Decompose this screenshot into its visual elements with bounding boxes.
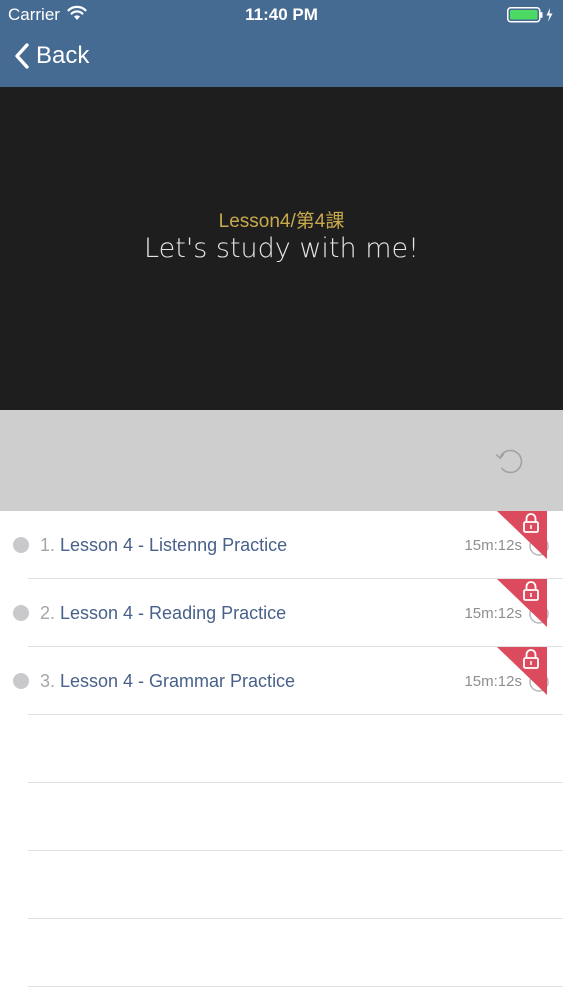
back-button[interactable]: Back — [14, 42, 89, 70]
lesson-row[interactable]: 2. Lesson 4 - Reading Practice 15m:12s — [0, 579, 563, 647]
empty-row — [0, 919, 563, 987]
lock-icon — [497, 511, 547, 559]
progress-dot — [13, 673, 29, 689]
lock-icon — [497, 647, 547, 695]
status-time: 11:40 PM — [245, 5, 318, 24]
nav-bar: Back — [0, 30, 563, 87]
empty-row — [0, 715, 563, 783]
empty-row — [0, 851, 563, 919]
lesson-row-title: Lesson 4 - Listenng Practice — [60, 535, 288, 555]
lesson-list: 1. Lesson 4 - Listenng Practice 15m:12s … — [0, 511, 563, 987]
lesson-row[interactable]: 3. Lesson 4 - Grammar Practice 15m:12s — [0, 647, 563, 715]
lesson-row[interactable]: 1. Lesson 4 - Listenng Practice 15m:12s — [0, 511, 563, 579]
player-control-bar — [0, 410, 563, 511]
back-label: Back — [36, 42, 90, 69]
progress-dot — [13, 605, 29, 621]
lock-icon — [497, 579, 547, 627]
progress-dot — [13, 537, 29, 553]
video-player[interactable]: Lesson4/第4課 Let's study with me! — [0, 87, 563, 410]
replay-icon[interactable] — [495, 446, 525, 476]
lesson-title: Let's study with me! — [144, 233, 419, 264]
lesson-row-title: Lesson 4 - Grammar Practice — [60, 671, 296, 691]
empty-row — [0, 783, 563, 851]
lesson-index: 1. — [40, 535, 56, 555]
lesson-index: 3. — [40, 671, 56, 691]
lesson-code: Lesson4/第4課 — [218, 211, 345, 232]
status-bar: Carrier 11:40 PM — [0, 0, 563, 30]
battery-charging-icon — [507, 7, 553, 23]
lesson-row-title: Lesson 4 - Reading Practice — [60, 603, 287, 623]
lesson-index: 2. — [40, 603, 56, 623]
chevron-left-icon — [15, 43, 29, 69]
